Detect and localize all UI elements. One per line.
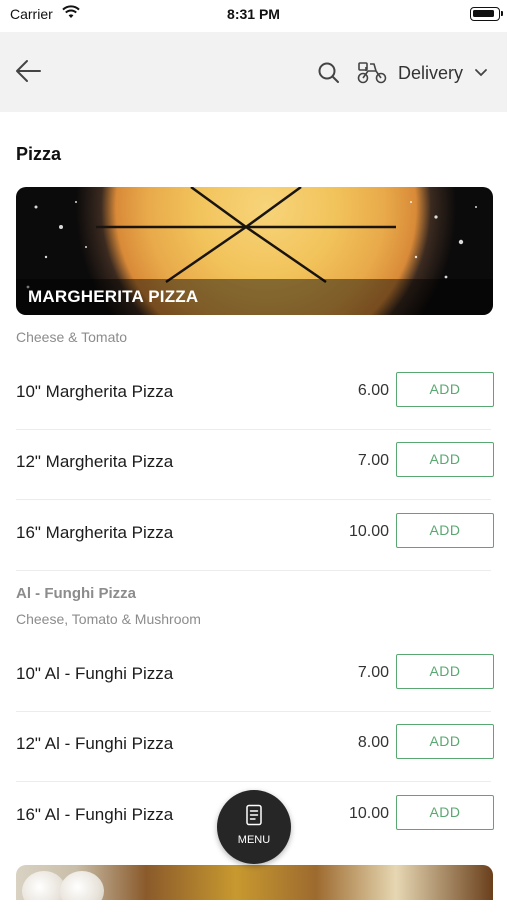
add-button[interactable]: ADD [396,724,494,759]
list-item: 12" Al - Funghi Pizza 8.00 ADD [0,712,507,782]
item-price: 8.00 [357,734,389,751]
garlic-image [22,871,66,900]
add-button[interactable]: ADD [396,654,494,689]
next-category-banner[interactable] [16,865,493,900]
item-price: 7.00 [357,452,389,469]
banner-title: MARGHERITA PIZZA [28,287,199,306]
section-title: Pizza [16,144,62,164]
divider [16,570,491,571]
item-price: 10.00 [348,523,389,540]
list-item: 12" Margherita Pizza 7.00 ADD [0,430,507,500]
subcategory-description: Cheese, Tomato & Mushroom [16,611,201,627]
back-button[interactable] [12,56,46,86]
menu-book-icon [246,804,262,826]
item-name: 12" Al - Funghi Pizza [16,734,174,753]
top-navigation-bar: Delivery [0,32,507,112]
category-banner[interactable]: MARGHERITA PIZZA [16,187,493,315]
divider [16,499,491,500]
list-item: 16" Margherita Pizza 10.00 ADD [0,501,507,571]
add-button[interactable]: ADD [396,795,494,830]
item-name: 10" Margherita Pizza [16,382,174,401]
menu-button[interactable]: MENU [217,790,291,864]
search-button[interactable] [316,60,342,86]
add-button[interactable]: ADD [396,442,494,477]
garlic-image [60,871,104,900]
menu-button-label: MENU [237,834,271,846]
list-item: 10" Margherita Pizza 6.00 ADD [0,360,507,430]
delivery-mode-label: Delivery [398,63,464,83]
search-icon [318,62,339,83]
list-item: 10" Al - Funghi Pizza 7.00 ADD [0,642,507,712]
item-name: 10" Al - Funghi Pizza [16,664,174,683]
arrow-left-icon [16,60,41,82]
subcategory-title: Al - Funghi Pizza [16,585,136,602]
category-description: Cheese & Tomato [16,329,128,345]
item-price: 10.00 [348,805,389,822]
item-name: 12" Margherita Pizza [16,452,174,471]
add-button[interactable]: ADD [396,513,494,548]
status-bar: Carrier 8:31 PM [0,0,507,30]
item-name: 16" Margherita Pizza [16,523,174,542]
divider [16,781,491,782]
chevron-down-icon [475,69,487,77]
scooter-icon [357,62,387,84]
add-button[interactable]: ADD [396,372,494,407]
item-name: 16" Al - Funghi Pizza [16,805,174,824]
status-time: 8:31 PM [227,6,280,22]
item-price: 7.00 [357,664,389,681]
battery-icon [470,7,503,21]
item-price: 6.00 [357,382,389,399]
